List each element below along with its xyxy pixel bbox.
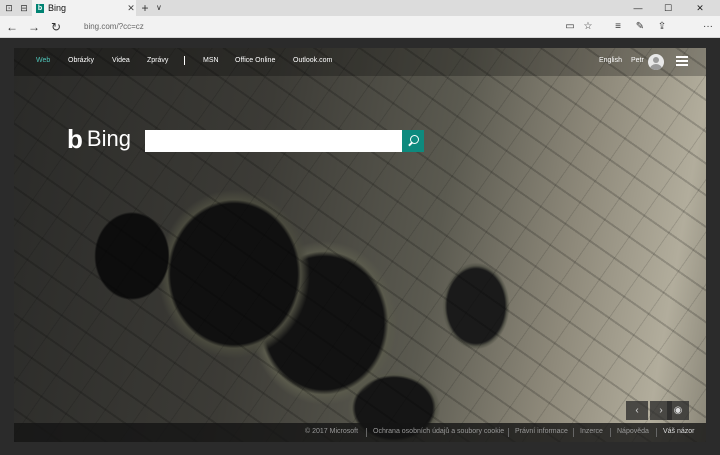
avatar[interactable] <box>648 54 664 70</box>
nav-divider <box>184 56 185 65</box>
footer-divider <box>610 428 611 437</box>
footer-link-help[interactable]: Nápověda <box>617 428 649 435</box>
footer-divider <box>573 428 574 437</box>
footer-divider <box>656 428 657 437</box>
menu-icon[interactable] <box>676 56 688 66</box>
footer-copyright: © 2017 Microsoft <box>305 428 359 435</box>
minimize-button[interactable]: — <box>626 0 650 16</box>
language-link[interactable]: English <box>599 57 622 64</box>
navigation-bar: ← → ↻ bing.com/?cc=cz ▭ ☆ ≡ ✎ ⇪ ··· <box>0 16 720 38</box>
search-input[interactable] <box>145 130 402 152</box>
previous-image-button[interactable]: ‹ <box>626 401 648 420</box>
show-tabs-icon[interactable]: ⊟ <box>17 2 31 14</box>
close-tab-icon[interactable]: ✕ <box>126 3 136 14</box>
tab-title: Bing <box>48 3 67 13</box>
search-button[interactable] <box>402 130 424 152</box>
page-footer: © 2017 Microsoft Ochrana osobních údajů … <box>14 423 706 442</box>
share-icon[interactable]: ⇪ <box>654 19 670 35</box>
address-bar[interactable]: bing.com/?cc=cz <box>80 19 550 35</box>
tab-bing[interactable]: b Bing ✕ <box>32 0 136 16</box>
footer-link-legal[interactable]: Právní informace <box>515 428 568 435</box>
maximize-button[interactable]: ☐ <box>656 0 680 16</box>
reading-view-icon[interactable]: ▭ <box>562 19 578 35</box>
nav-zpravy[interactable]: Zprávy <box>147 57 168 64</box>
set-aside-tabs-icon[interactable]: ⊡ <box>2 2 16 14</box>
close-window-button[interactable]: ✕ <box>688 0 712 16</box>
nav-outlook[interactable]: Outlook.com <box>293 57 332 64</box>
footer-feedback-link[interactable]: Váš názor <box>663 428 695 435</box>
nav-office-online[interactable]: Office Online <box>235 57 275 64</box>
background-image <box>14 48 706 442</box>
forward-arrow-icon[interactable]: → <box>26 19 42 35</box>
nav-videa[interactable]: Videa <box>112 57 130 64</box>
bing-favicon-icon: b <box>36 3 44 13</box>
nav-web[interactable]: Web <box>36 57 50 64</box>
user-name[interactable]: Petr <box>631 57 644 64</box>
tab-bar: ⊡ ⊟ b Bing ✕ + ∨ — ☐ ✕ <box>0 0 720 16</box>
bing-homepage: Web Obrázky Videa Zprávy MSN Office Onli… <box>14 48 706 442</box>
bing-logo-mark-icon: b <box>67 124 83 154</box>
bing-logo-text: Bing <box>86 126 131 151</box>
more-actions-icon[interactable]: ··· <box>700 19 716 35</box>
footer-divider <box>366 428 367 437</box>
back-arrow-icon[interactable]: ← <box>4 19 20 35</box>
hub-icon[interactable]: ≡ <box>610 19 626 35</box>
nav-obrazky[interactable]: Obrázky <box>68 57 94 64</box>
bing-top-nav: Web Obrázky Videa Zprávy MSN Office Onli… <box>14 48 706 76</box>
refresh-icon[interactable]: ↻ <box>48 19 64 35</box>
new-tab-button[interactable]: + <box>139 1 151 15</box>
bing-logo: b Bing <box>67 126 131 152</box>
footer-link-ads[interactable]: Inzerce <box>580 428 603 435</box>
nav-msn[interactable]: MSN <box>203 57 219 64</box>
tab-preview-chevron-icon[interactable]: ∨ <box>156 2 162 14</box>
camera-icon[interactable]: ◉ <box>667 401 689 420</box>
web-note-icon[interactable]: ✎ <box>632 19 648 35</box>
footer-divider <box>508 428 509 437</box>
footer-link-privacy[interactable]: Ochrana osobních údajů a soubory cookie <box>373 428 504 435</box>
favorite-star-icon[interactable]: ☆ <box>580 19 596 35</box>
